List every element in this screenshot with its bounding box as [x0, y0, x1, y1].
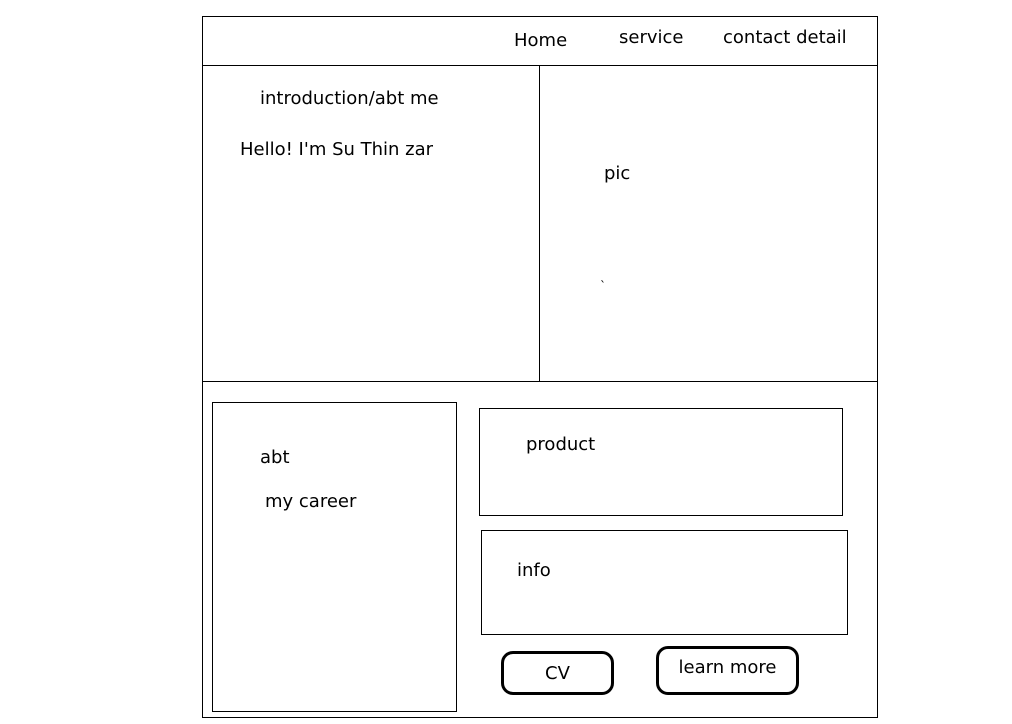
learn-more-button[interactable]: learn more	[656, 646, 799, 695]
hero-bottom-divider	[202, 381, 878, 382]
hero-column-divider	[539, 66, 540, 382]
info-box	[481, 530, 848, 635]
stray-mark: `	[600, 279, 606, 293]
career-box	[212, 402, 457, 712]
nav-service-link[interactable]: service	[619, 27, 683, 48]
product-box	[479, 408, 843, 516]
nav-contact-detail-link[interactable]: contact detail	[723, 27, 847, 48]
pic-placeholder-label: pic	[604, 163, 631, 184]
nav-home-link[interactable]: Home	[514, 30, 567, 51]
career-label-line1: abt	[260, 447, 290, 468]
info-label: info	[517, 560, 551, 581]
cv-button[interactable]: CV	[501, 651, 614, 695]
product-label: product	[526, 434, 596, 455]
header-divider	[202, 65, 878, 66]
intro-heading: introduction/abt me	[260, 88, 439, 109]
career-label-line2: my career	[265, 491, 357, 512]
intro-greeting: Hello! I'm Su Thin zar	[240, 139, 434, 160]
